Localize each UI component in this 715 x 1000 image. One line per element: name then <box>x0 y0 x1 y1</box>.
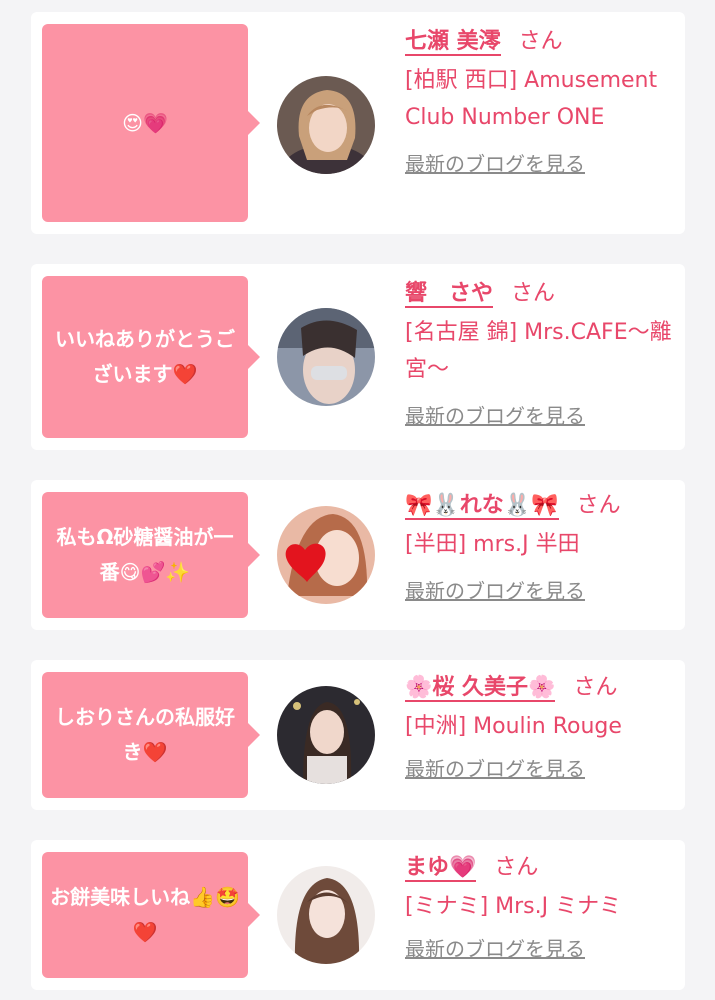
avatar-photo <box>277 506 375 604</box>
latest-blog-link[interactable]: 最新のブログを見る <box>405 577 585 605</box>
name-line: 🎀🐰れな🐰🎀 さん <box>405 490 677 522</box>
member-info: 七瀬 美澪 さん [柏駅 西口] Amusement Club Number ON… <box>405 26 677 178</box>
member-name-link[interactable]: 七瀬 美澪 <box>405 29 501 56</box>
member-name-link[interactable]: 響 さや <box>405 281 494 308</box>
comment-text: お餅美味しいね👍🤩❤️ <box>50 885 240 944</box>
avatar-photo <box>277 866 375 964</box>
avatar-photo <box>277 76 375 174</box>
latest-blog-link[interactable]: 最新のブログを見る <box>405 150 585 178</box>
comment-text: 私もΩ砂糖醤油が一番😋💕✨ <box>56 525 234 584</box>
comment-text: 😍💗 <box>122 110 168 135</box>
comment-text: しおりさんの私服好き❤️ <box>55 705 235 764</box>
comment-bubble: お餅美味しいね👍🤩❤️ <box>42 852 260 978</box>
avatar[interactable] <box>277 308 375 406</box>
comment-bubble: 😍💗 <box>42 24 260 222</box>
shop-name: [ミナミ] Mrs.J ミナミ <box>405 894 622 919</box>
honorific: さん <box>576 493 621 518</box>
latest-blog-link[interactable]: 最新のブログを見る <box>405 402 585 430</box>
honorific: さん <box>511 281 556 306</box>
avatar[interactable] <box>277 866 375 964</box>
avatar-photo <box>277 686 375 784</box>
member-name-link[interactable]: 🎀🐰れな🐰🎀 <box>405 493 559 520</box>
avatar[interactable] <box>277 76 375 174</box>
member-info: まゆ💗 さん [ミナミ] Mrs.J ミナミ 最新のブログを見る <box>405 852 677 963</box>
member-name-link[interactable]: 🌸桜 久美子🌸 <box>405 675 556 702</box>
name-line: 響 さや さん <box>405 278 677 310</box>
honorific: さん <box>573 675 618 700</box>
member-name-link[interactable]: まゆ💗 <box>405 855 477 882</box>
latest-blog-link[interactable]: 最新のブログを見る <box>405 755 585 783</box>
comment-text: いいねありがとうございます❤️ <box>55 327 235 386</box>
comment-bubble: いいねありがとうございます❤️ <box>42 276 260 438</box>
comment-card: 😍💗 七瀬 美澪 さん [柏駅 西口] Amusement Club Number… <box>31 12 685 234</box>
name-line: 七瀬 美澪 さん <box>405 26 677 58</box>
comment-card: 私もΩ砂糖醤油が一番😋💕✨ 🎀🐰れな🐰🎀 さん [半田] mrs.J 半田 最新の… <box>31 480 685 630</box>
comment-bubble: 私もΩ砂糖醤油が一番😋💕✨ <box>42 492 260 618</box>
member-info: 響 さや さん [名古屋 錦] Mrs.CAFE〜離宮〜 最新のブログを見る <box>405 278 677 430</box>
shop-name: [名古屋 錦] Mrs.CAFE〜離宮〜 <box>405 320 672 382</box>
name-line: 🌸桜 久美子🌸 さん <box>405 672 677 704</box>
comment-bubble: しおりさんの私服好き❤️ <box>42 672 260 798</box>
latest-blog-link[interactable]: 最新のブログを見る <box>405 935 585 963</box>
comment-card: いいねありがとうございます❤️ 響 さや さん [名古屋 錦] Mrs.CAFE〜… <box>31 264 685 450</box>
honorific: さん <box>494 855 539 880</box>
avatar[interactable] <box>277 506 375 604</box>
name-line: まゆ💗 さん <box>405 852 677 884</box>
comment-card: お餅美味しいね👍🤩❤️ まゆ💗 さん [ミナミ] Mrs.J ミナミ 最新のブログ… <box>31 840 685 990</box>
shop-name: [中洲] Moulin Rouge <box>405 714 622 739</box>
shop-name: [半田] mrs.J 半田 <box>405 532 580 557</box>
honorific: さん <box>518 29 563 54</box>
comment-card: しおりさんの私服好き❤️ 🌸桜 久美子🌸 さん [中洲] Moulin Rouge… <box>31 660 685 810</box>
member-info: 🌸桜 久美子🌸 さん [中洲] Moulin Rouge 最新のブログを見る <box>405 672 677 783</box>
avatar-photo <box>277 308 375 406</box>
avatar[interactable] <box>277 686 375 784</box>
shop-name: [柏駅 西口] Amusement Club Number ONE <box>405 68 658 130</box>
member-info: 🎀🐰れな🐰🎀 さん [半田] mrs.J 半田 最新のブログを見る <box>405 490 677 605</box>
